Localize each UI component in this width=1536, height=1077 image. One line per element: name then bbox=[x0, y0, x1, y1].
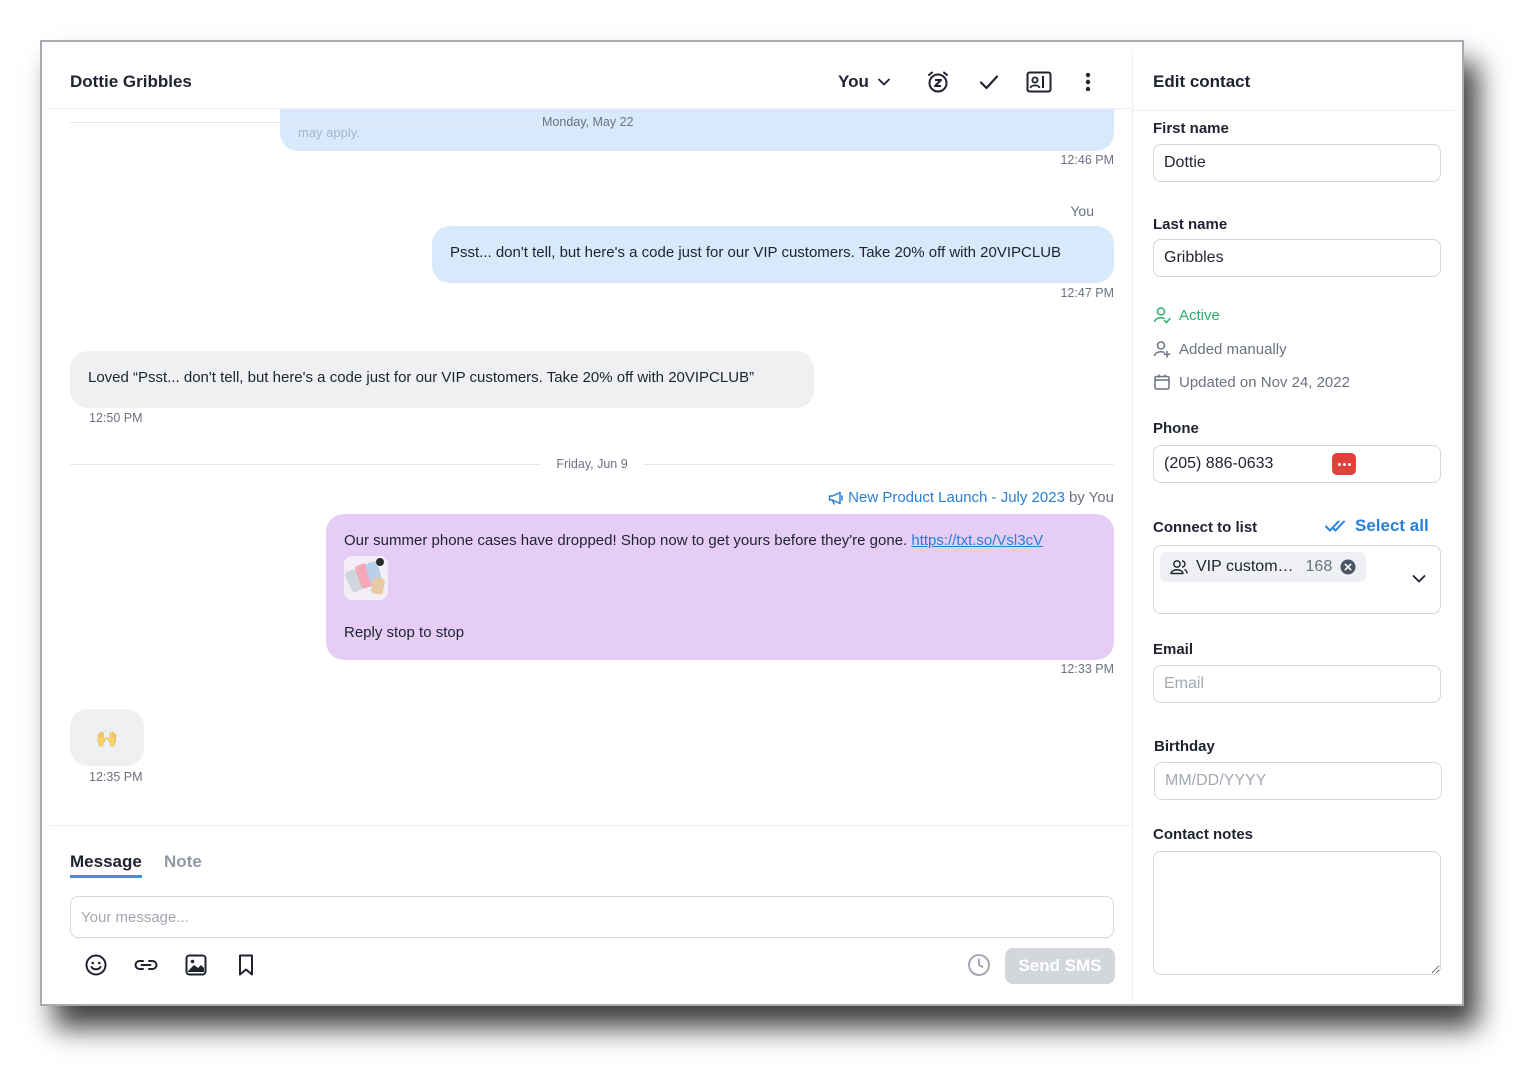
message-time: 12:47 PM bbox=[1060, 286, 1114, 300]
list-chip-count: 168 bbox=[1305, 558, 1333, 575]
toggle-contact-panel-button[interactable] bbox=[1023, 66, 1055, 98]
date-separator-label: Friday, Jun 9 bbox=[556, 457, 628, 471]
email-label: Email bbox=[1153, 641, 1194, 658]
panel-title: Edit contact bbox=[1153, 72, 1251, 91]
phone-field[interactable]: (205) 886-0633 bbox=[1153, 445, 1441, 483]
connect-to-list-label: Connect to list bbox=[1153, 519, 1258, 536]
message-bubble-outgoing: Psst... don't tell, but here's a code ju… bbox=[432, 226, 1114, 283]
megaphone-icon bbox=[828, 491, 843, 505]
more-options-button[interactable] bbox=[1074, 66, 1102, 98]
date-separator-label: Monday, May 22 bbox=[542, 115, 634, 129]
contact-source: Added manually bbox=[1153, 340, 1287, 358]
clock-icon bbox=[968, 954, 990, 976]
insert-link-button[interactable] bbox=[129, 948, 163, 982]
message-time: 12:35 PM bbox=[89, 770, 143, 784]
message-bubble-incoming: Loved “Psst... don't tell, but here's a … bbox=[70, 351, 814, 408]
contact-card-icon bbox=[1026, 71, 1052, 93]
first-name-label: First name bbox=[1153, 120, 1229, 137]
attach-image-button[interactable] bbox=[179, 948, 213, 982]
list-chip-name: VIP custom… bbox=[1196, 558, 1294, 575]
message-bubble-campaign: Our summer phone cases have dropped! Sho… bbox=[326, 514, 1114, 660]
source-text: Added manually bbox=[1179, 340, 1287, 358]
birthday-label: Birthday bbox=[1154, 738, 1215, 755]
user-plus-icon bbox=[1153, 341, 1171, 358]
message-time: 12:33 PM bbox=[1060, 662, 1114, 676]
image-icon bbox=[185, 954, 207, 976]
composer-divider bbox=[50, 825, 1132, 826]
birthday-field[interactable] bbox=[1154, 762, 1442, 800]
phone-cases-image bbox=[344, 558, 385, 595]
last-name-field[interactable] bbox=[1153, 239, 1441, 277]
more-vertical-icon bbox=[1085, 72, 1091, 92]
message-text: Loved “Psst... don't tell, but here's a … bbox=[88, 369, 755, 386]
tab-note[interactable]: Note bbox=[164, 852, 202, 875]
message-link[interactable]: https://txt.so/Vsl3cV bbox=[911, 532, 1043, 549]
panel-divider bbox=[1133, 110, 1454, 111]
campaign-link[interactable]: New Product Launch - July 2023 bbox=[848, 489, 1065, 506]
phone-options-icon[interactable] bbox=[1332, 453, 1356, 475]
snooze-icon bbox=[928, 71, 948, 93]
contact-updated: Updated on Nov 24, 2022 bbox=[1153, 373, 1350, 391]
opt-out-footer: Reply stop to stop bbox=[344, 624, 465, 641]
chevron-down-icon[interactable] bbox=[1412, 574, 1426, 584]
close-conversation-button[interactable] bbox=[973, 66, 1005, 98]
user-check-icon bbox=[1153, 307, 1171, 324]
snooze-button[interactable] bbox=[922, 66, 954, 98]
double-check-icon bbox=[1325, 520, 1345, 532]
users-icon bbox=[1170, 560, 1188, 575]
edit-contact-panel: Edit contact First name Last name Active… bbox=[1132, 50, 1454, 1002]
calendar-icon bbox=[1154, 374, 1170, 390]
campaign-attribution: New Product Launch - July 2023 by You bbox=[828, 489, 1114, 506]
product-image[interactable] bbox=[344, 556, 388, 600]
contact-name: Dottie Gribbles bbox=[70, 72, 192, 91]
email-field[interactable] bbox=[1153, 665, 1441, 703]
contact-notes-label: Contact notes bbox=[1153, 826, 1254, 843]
emoji-message: 🙌 bbox=[95, 727, 119, 748]
status-text: Active bbox=[1179, 306, 1220, 324]
send-sms-button[interactable]: Send SMS bbox=[1005, 948, 1115, 984]
smiley-icon bbox=[85, 954, 107, 976]
select-all-button[interactable]: Select all bbox=[1325, 516, 1429, 536]
updated-text: Updated on Nov 24, 2022 bbox=[1179, 373, 1350, 391]
link-icon bbox=[134, 960, 158, 970]
bookmark-icon bbox=[239, 954, 253, 976]
list-select[interactable]: VIP custom… 168 bbox=[1153, 545, 1441, 614]
app-window: Dottie Gribbles You may apply. Monday, M… bbox=[40, 40, 1464, 1006]
emoji-button[interactable] bbox=[79, 948, 113, 982]
message-list[interactable]: may apply. Monday, May 22 12:46 PM You P… bbox=[50, 109, 1132, 825]
tab-message[interactable]: Message bbox=[70, 852, 142, 878]
last-name-label: Last name bbox=[1153, 216, 1228, 233]
date-separator: Monday, May 22 bbox=[70, 112, 1114, 132]
conversation-panel: Dottie Gribbles You may apply. Monday, M… bbox=[50, 50, 1132, 1002]
remove-chip-icon[interactable] bbox=[1340, 559, 1356, 575]
assignee-label: You bbox=[838, 72, 869, 91]
list-chip: VIP custom… 168 bbox=[1160, 552, 1367, 582]
message-time: 12:50 PM bbox=[89, 411, 143, 425]
phone-value: (205) 886-0633 bbox=[1164, 455, 1274, 472]
message-input[interactable] bbox=[70, 896, 1114, 938]
chevron-down-icon bbox=[877, 78, 890, 86]
message-text: Psst... don't tell, but here's a code ju… bbox=[450, 244, 1062, 261]
saved-replies-button[interactable] bbox=[229, 948, 263, 982]
sender-label: You bbox=[1070, 203, 1094, 219]
campaign-author: by You bbox=[1068, 489, 1114, 506]
phone-label: Phone bbox=[1153, 420, 1199, 437]
select-all-label: Select all bbox=[1355, 516, 1429, 535]
message-bubble-incoming: 🙌 bbox=[70, 709, 144, 766]
assignee-dropdown[interactable]: You bbox=[838, 66, 891, 98]
status-active: Active bbox=[1153, 306, 1220, 324]
message-time: 12:46 PM bbox=[1060, 153, 1114, 167]
first-name-field[interactable] bbox=[1153, 144, 1441, 182]
contact-notes-field[interactable] bbox=[1153, 851, 1441, 975]
message-text: Our summer phone cases have dropped! Sho… bbox=[344, 532, 908, 549]
date-separator: Friday, Jun 9 bbox=[70, 454, 1115, 474]
check-icon bbox=[979, 75, 999, 90]
schedule-button[interactable] bbox=[962, 948, 996, 982]
